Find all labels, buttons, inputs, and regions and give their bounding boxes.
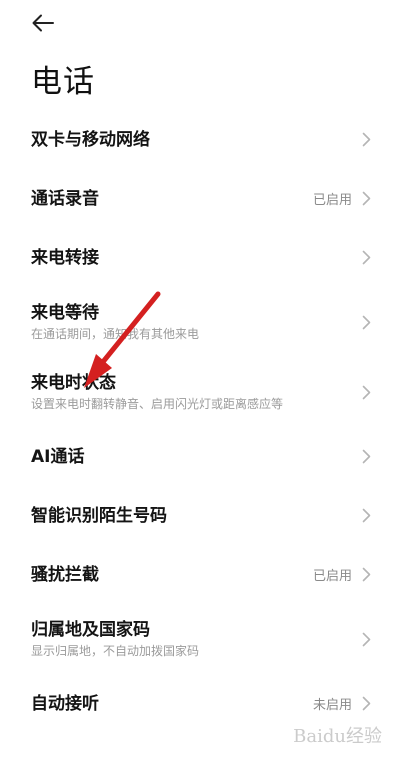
list-item-dual-sim[interactable]: 双卡与移动网络 (0, 110, 400, 169)
chevron-right-icon (362, 696, 372, 712)
status-label: 未启用 (312, 698, 352, 713)
list-item-subtitle: 在通话期间，通知我有其他来电 (31, 327, 200, 341)
chevron-right-icon (362, 449, 372, 465)
list-item-title: 智能识别陌生号码 (31, 505, 167, 526)
back-button[interactable] (26, 8, 60, 38)
list-item-call-forwarding[interactable]: 来电转接 (0, 228, 400, 287)
list-item-auto-answer[interactable]: 自动接听 未启用 (0, 674, 400, 733)
chevron-right-icon (362, 314, 372, 330)
list-item-title: 骚扰拦截 (31, 564, 99, 585)
list-item-location-country-code[interactable]: 归属地及国家码 显示归属地，不自动加拨国家码 (0, 604, 400, 674)
list-item-title: 通话录音 (31, 188, 99, 209)
status-label: 已启用 (312, 569, 352, 584)
list-item-title: 自动接听 (31, 693, 99, 714)
settings-list: 双卡与移动网络 通话录音 已启用 来电转接 来电等待 在通话期间，通知我有其他来… (0, 110, 400, 733)
chevron-right-icon (362, 384, 372, 400)
list-item-title: AI通话 (31, 446, 85, 467)
list-item-identify-unknown-numbers[interactable]: 智能识别陌生号码 (0, 486, 400, 545)
list-item-title: 双卡与移动网络 (31, 129, 150, 150)
chevron-right-icon (362, 191, 372, 207)
list-item-title: 来电转接 (31, 247, 99, 268)
list-item-title: 来电等待 (31, 303, 99, 323)
chevron-right-icon (362, 508, 372, 524)
list-item-title: 归属地及国家码 (31, 620, 150, 640)
list-item-call-waiting[interactable]: 来电等待 在通话期间，通知我有其他来电 (0, 287, 400, 357)
top-bar: 电话 (0, 0, 400, 118)
page-title: 电话 (31, 64, 95, 100)
arrow-left-icon (32, 14, 54, 32)
list-item-title: 来电时状态 (31, 373, 116, 393)
list-item-call-recording[interactable]: 通话录音 已启用 (0, 169, 400, 228)
chevron-right-icon (362, 631, 372, 647)
chevron-right-icon (362, 567, 372, 583)
list-item-spam-blocking[interactable]: 骚扰拦截 已启用 (0, 545, 400, 604)
list-item-subtitle: 设置来电时翻转静音、启用闪光灯或距离感应等 (31, 397, 284, 411)
chevron-right-icon (362, 132, 372, 148)
status-label: 已启用 (312, 193, 352, 208)
list-item-incoming-call-status[interactable]: 来电时状态 设置来电时翻转静音、启用闪光灯或距离感应等 (0, 357, 400, 427)
list-item-subtitle: 显示归属地，不自动加拨国家码 (31, 644, 200, 658)
chevron-right-icon (362, 250, 372, 266)
list-item-ai-call[interactable]: AI通话 (0, 427, 400, 486)
